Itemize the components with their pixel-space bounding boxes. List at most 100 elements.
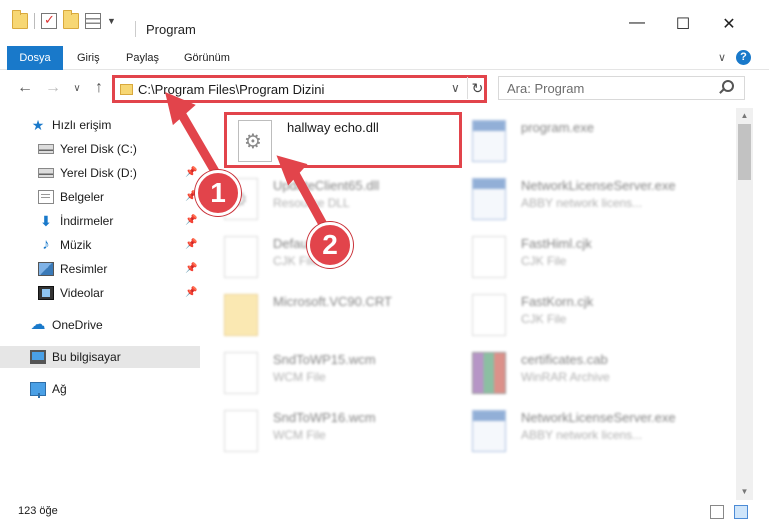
address-bar[interactable]: C:\Program Files\Program Dizini ∨ ↻ — [112, 75, 487, 103]
file-name: NetworkLicenseServer.exe — [521, 410, 676, 425]
exe-file-icon — [472, 120, 506, 162]
file-tile[interactable]: SndToWP15.wcm WCM File — [210, 344, 450, 400]
tiles-view-icon[interactable] — [734, 505, 748, 519]
scroll-down-icon[interactable]: ▼ — [736, 484, 753, 500]
pin-icon[interactable]: 📌 — [185, 239, 197, 250]
file-tile[interactable]: SndToWP16.wcm WCM File — [210, 402, 450, 458]
sidebar-item-local-disk-d[interactable]: Yerel Disk (D:) 📌 — [0, 162, 200, 184]
sidebar-item-documents[interactable]: Belgeler 📌 — [0, 186, 200, 208]
file-tile[interactable]: certificates.cab WinRAR Archive — [458, 344, 698, 400]
view-icon[interactable] — [85, 13, 101, 29]
folder-icon — [120, 84, 133, 95]
expand-ribbon-icon[interactable]: ∨ — [718, 51, 726, 64]
file-type: ABBY network licens... — [521, 196, 643, 210]
file-name: FastHiml.cjk — [521, 236, 592, 251]
sidebar-item-label: OneDrive — [52, 318, 103, 332]
close-button[interactable]: ✕ — [706, 14, 752, 34]
pictures-icon — [38, 262, 54, 276]
sidebar-item-local-disk-c[interactable]: Yerel Disk (C:) — [0, 138, 200, 160]
sidebar-item-label: Videolar — [60, 286, 104, 300]
sidebar-item-label: Yerel Disk (D:) — [60, 166, 137, 180]
sidebar-item-label: Yerel Disk (C:) — [60, 142, 137, 156]
search-icon[interactable] — [722, 80, 734, 92]
sidebar-item-videos[interactable]: Videolar 📌 — [0, 282, 200, 304]
file-tile[interactable]: NetworkLicenseServer.exe ABBY network li… — [458, 170, 698, 226]
properties-icon[interactable] — [41, 12, 57, 29]
back-arrow-icon[interactable]: ← — [14, 79, 36, 97]
refresh-icon[interactable]: ↻ — [467, 77, 487, 99]
maximize-button[interactable]: ☐ — [660, 14, 706, 34]
details-view-icon[interactable] — [710, 505, 724, 519]
title-bar: ▼ Program — ☐ ✕ — [0, 0, 769, 40]
file-icon — [224, 410, 258, 452]
sidebar-item-quick-access[interactable]: ★ Hızlı erişim — [0, 114, 200, 136]
file-type: CJK File — [521, 254, 567, 268]
sidebar-item-music[interactable]: ♪ Müzik 📌 — [0, 234, 200, 256]
minimize-button[interactable]: — — [614, 14, 660, 32]
file-tile[interactable]: FastHiml.cjk CJK File — [458, 228, 698, 284]
file-icon — [472, 236, 506, 278]
disk-icon — [38, 144, 54, 154]
downloads-icon: ⬇ — [40, 213, 52, 229]
file-tile[interactable]: UpdateClient65.dll Resource DLL — [210, 170, 450, 226]
file-name: SndToWP16.wcm — [273, 410, 376, 425]
tab-file[interactable]: Dosya — [7, 46, 63, 70]
step-1-badge: 1 — [195, 170, 241, 216]
ribbon-tabs: Dosya Giriş Paylaş Görünüm ∨ ? — [0, 46, 769, 70]
sidebar-item-label: Resimler — [60, 262, 108, 276]
recent-locations-icon[interactable]: ∨ — [66, 83, 88, 94]
tab-share[interactable]: Paylaş — [116, 46, 169, 70]
chevron-down-icon[interactable]: ∨ — [451, 81, 460, 95]
vertical-scrollbar[interactable]: ▲ ▼ — [736, 108, 753, 500]
pin-icon[interactable]: 📌 — [185, 263, 197, 274]
file-name: program.exe — [521, 120, 594, 135]
address-path[interactable]: C:\Program Files\Program Dizini — [138, 82, 324, 97]
file-tile[interactable]: program.exe — [458, 112, 698, 168]
cloud-icon: ☁ — [30, 316, 46, 333]
highlight-frame — [224, 112, 462, 168]
sidebar-item-onedrive[interactable]: ☁ OneDrive — [0, 314, 200, 336]
pin-icon[interactable]: 📌 — [185, 215, 197, 226]
file-name: NetworkLicenseServer.exe — [521, 178, 676, 193]
search-input[interactable]: Ara: Program — [498, 76, 745, 100]
pin-icon[interactable]: 📌 — [185, 287, 197, 298]
sidebar-item-label: Belgeler — [60, 190, 105, 204]
up-arrow-icon[interactable]: ↑ — [88, 79, 110, 97]
sidebar-item-this-pc[interactable]: Bu bilgisayar — [0, 346, 200, 368]
file-type: ABBY network licens... — [521, 428, 643, 442]
new-folder-icon[interactable] — [63, 10, 79, 29]
file-tile[interactable]: NetworkLicenseServer.exe ABBY network li… — [458, 402, 698, 458]
exe-file-icon — [472, 178, 506, 220]
file-tile[interactable]: FastKorn.cjk CJK File — [458, 286, 698, 342]
folder-tile[interactable]: Microsoft.VC90.CRT — [210, 286, 450, 342]
file-icon — [472, 294, 506, 336]
tab-view[interactable]: Görünüm — [174, 46, 240, 70]
status-bar: 123 öğe — [0, 500, 769, 531]
chevron-down-icon[interactable]: ▼ — [107, 16, 116, 26]
item-count: 123 öğe — [18, 505, 58, 517]
music-icon: ♪ — [42, 236, 50, 253]
search-placeholder: Ara: Program — [507, 81, 585, 96]
sidebar-item-label: Bu bilgisayar — [52, 350, 121, 364]
forward-arrow-icon[interactable]: → — [42, 79, 64, 97]
help-icon[interactable]: ? — [736, 50, 751, 65]
ribbon-controls: ∨ ? — [718, 50, 751, 65]
sidebar-item-downloads[interactable]: ⬇ İndirmeler 📌 — [0, 210, 200, 232]
window-title: Program — [146, 22, 196, 37]
archive-icon — [472, 352, 506, 394]
scrollbar-thumb[interactable] — [738, 124, 751, 180]
file-type: Resource DLL — [273, 196, 350, 210]
navigation-bar: ← → ∨ ↑ C:\Program Files\Program Dizini … — [0, 72, 769, 104]
file-type: WCM File — [273, 428, 326, 442]
tab-home[interactable]: Giriş — [67, 46, 110, 70]
file-name: Microsoft.VC90.CRT — [273, 294, 392, 309]
folder-icon — [12, 10, 28, 29]
exe-file-icon — [472, 410, 506, 452]
videos-icon — [38, 286, 54, 300]
pin-icon[interactable]: 📌 — [185, 167, 197, 178]
scroll-up-icon[interactable]: ▲ — [736, 108, 753, 124]
file-name: UpdateClient65.dll — [273, 178, 380, 193]
file-name: SndToWP15.wcm — [273, 352, 376, 367]
sidebar-item-pictures[interactable]: Resimler 📌 — [0, 258, 200, 280]
sidebar-item-network[interactable]: Ağ — [0, 378, 200, 400]
